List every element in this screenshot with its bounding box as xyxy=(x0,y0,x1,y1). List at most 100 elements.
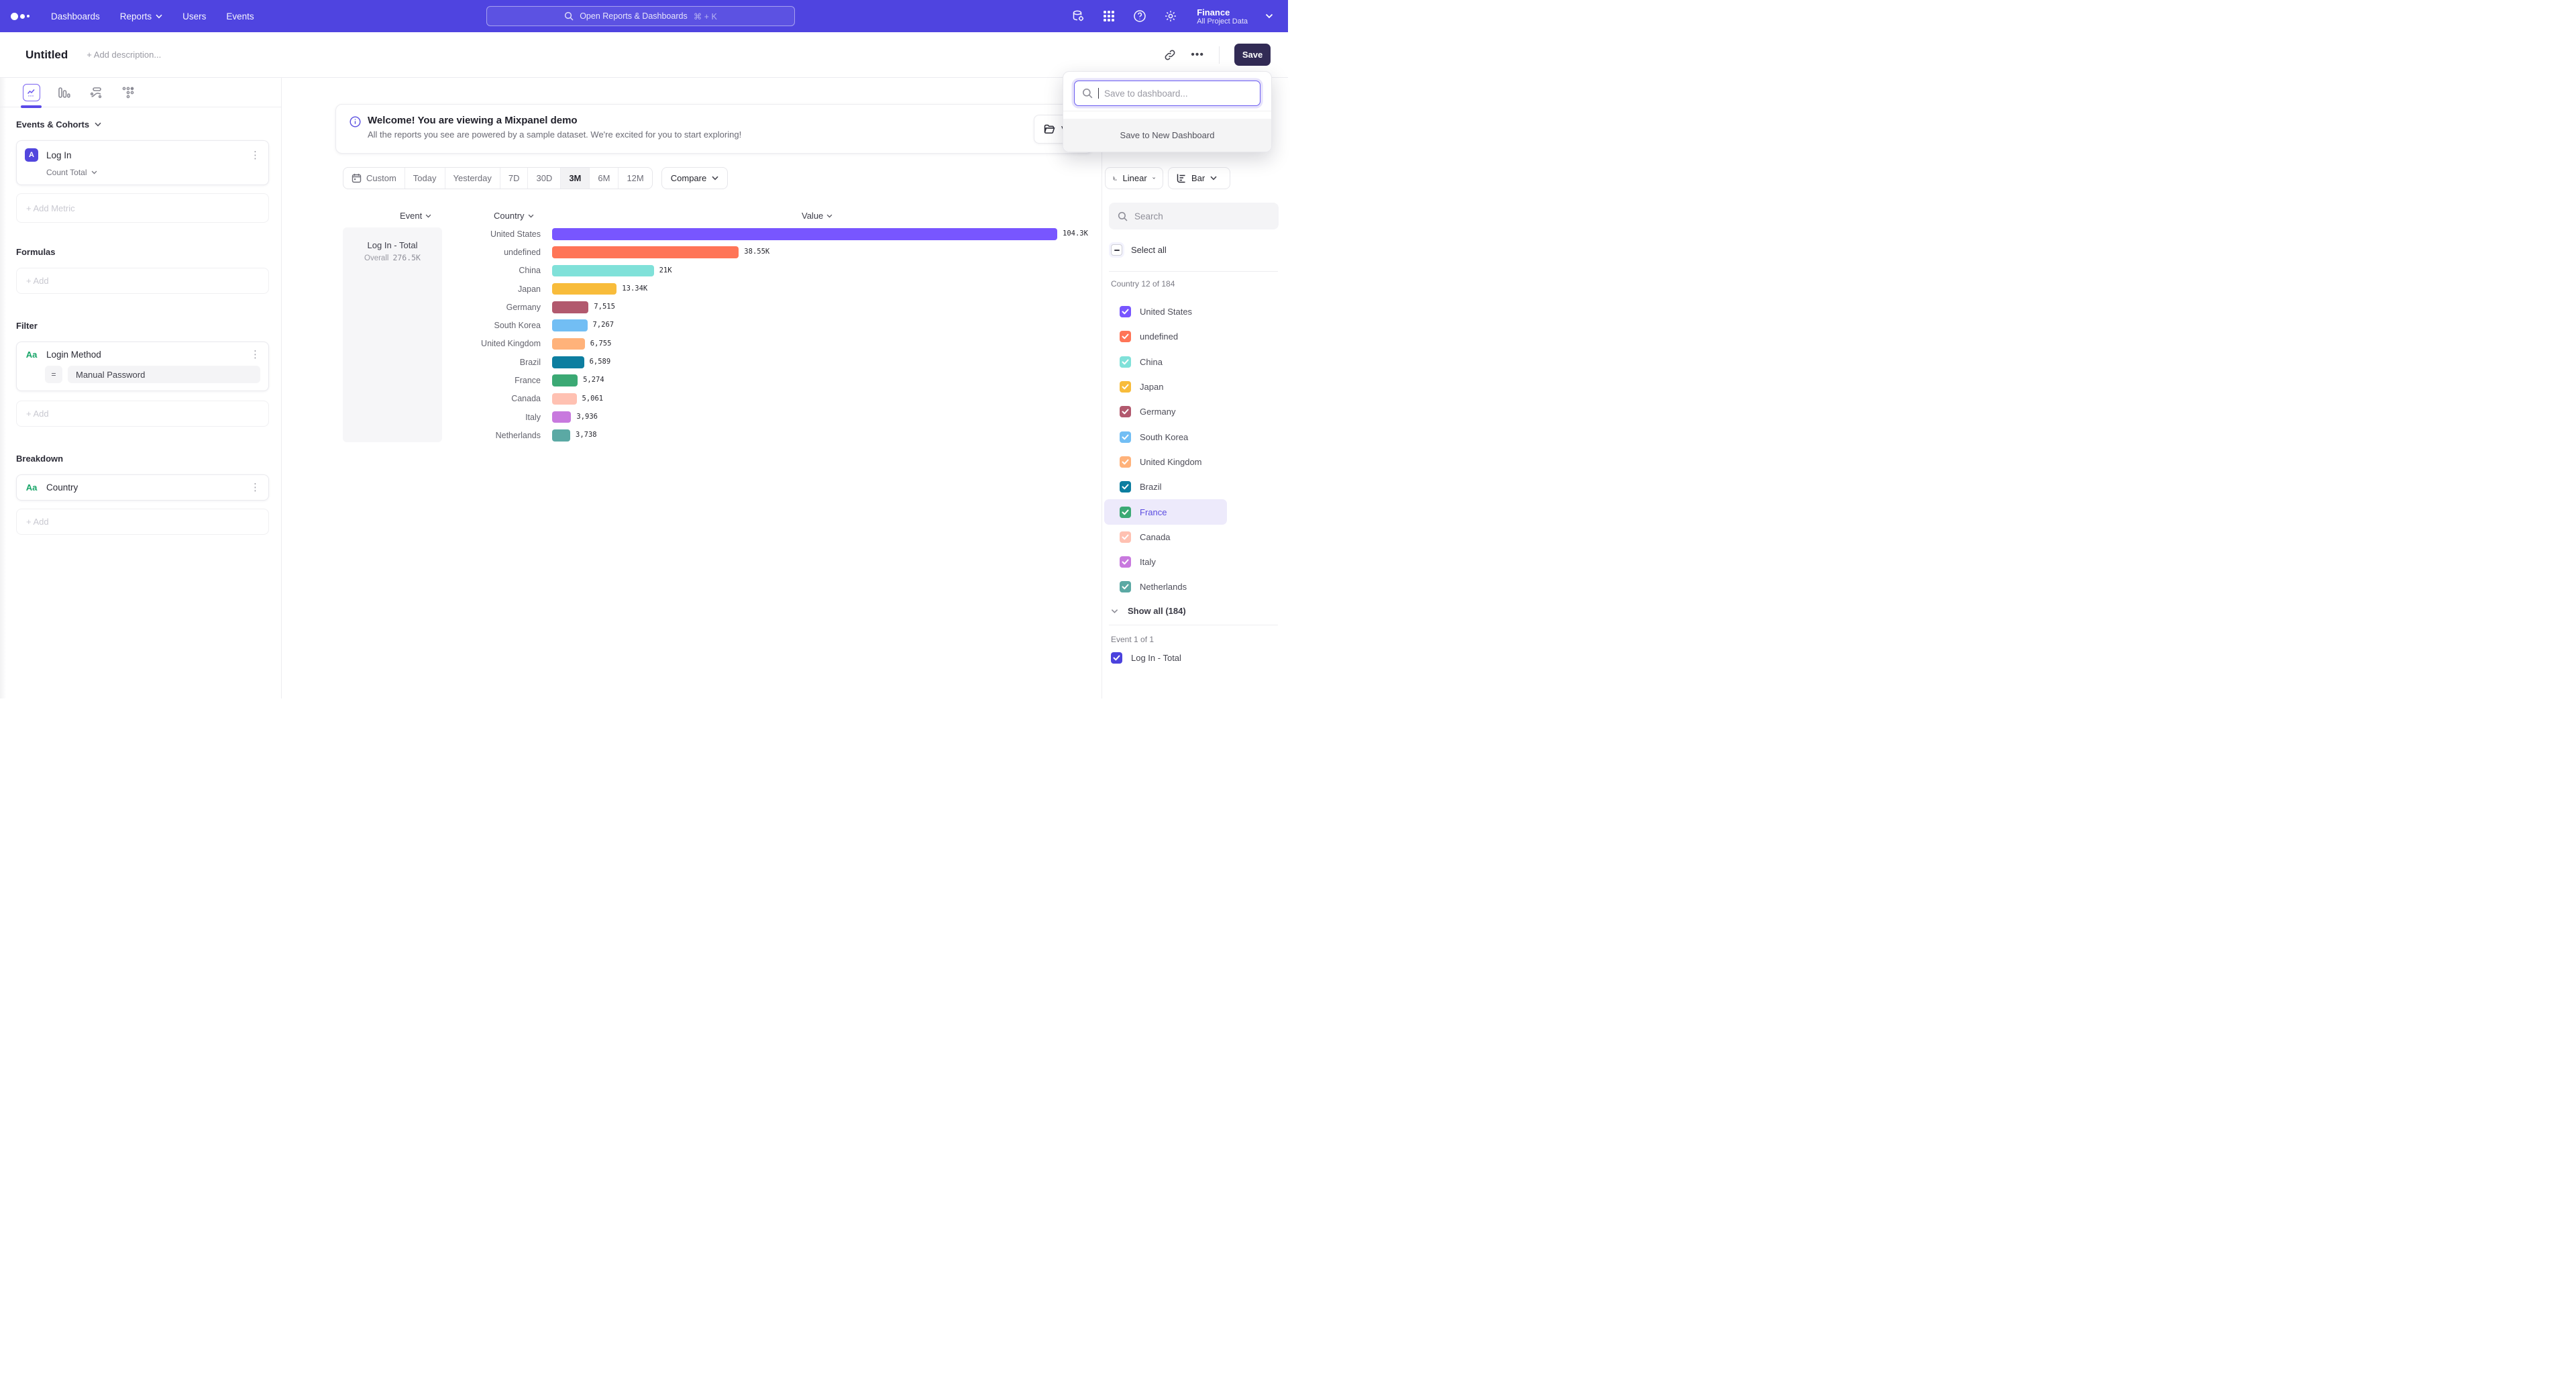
kebab-menu-icon[interactable]: ⋮ xyxy=(250,350,260,360)
help-icon[interactable] xyxy=(1132,9,1147,23)
country-checkbox[interactable] xyxy=(1120,331,1131,342)
kebab-menu-icon[interactable]: ⋮ xyxy=(250,150,260,160)
column-header-country[interactable]: Country xyxy=(494,211,534,221)
bar[interactable] xyxy=(552,283,616,295)
bar[interactable] xyxy=(552,374,578,386)
value-scale-button[interactable]: Linear xyxy=(1105,167,1163,189)
country-checkbox[interactable] xyxy=(1120,456,1131,468)
bar[interactable] xyxy=(552,429,570,442)
country-checkbox[interactable] xyxy=(1120,556,1131,568)
copy-link-icon[interactable] xyxy=(1164,49,1176,61)
bar-row-canada[interactable]: Canada5,061 xyxy=(282,390,1102,408)
breakdown-card[interactable]: Aa Country ⋮ xyxy=(16,474,269,501)
metric-card[interactable]: A Log In ⋮ Count Total xyxy=(16,140,269,185)
range-today[interactable]: Today xyxy=(405,168,445,189)
filter-value[interactable]: Manual Password xyxy=(68,366,260,383)
add-metric-button[interactable]: + Add Metric xyxy=(16,193,269,223)
report-title[interactable]: Untitled xyxy=(25,48,68,62)
country-item-brazil[interactable]: Brazil xyxy=(1104,474,1265,499)
bar[interactable] xyxy=(552,411,571,423)
save-button[interactable]: Save xyxy=(1234,44,1271,66)
country-item-united-states[interactable]: United States xyxy=(1104,299,1265,324)
data-management-icon[interactable] xyxy=(1071,9,1085,23)
bar-row-south-korea[interactable]: South Korea7,267 xyxy=(282,316,1102,334)
add-filter-button[interactable]: + Add xyxy=(16,401,269,427)
tab-retention[interactable] xyxy=(119,84,137,101)
bar-row-united-states[interactable]: United States104.3K xyxy=(282,225,1102,243)
breakdown-property-name[interactable]: Country xyxy=(46,482,78,493)
range-12m[interactable]: 12M xyxy=(619,168,651,189)
nav-item-dashboards[interactable]: Dashboards xyxy=(51,11,100,21)
bar[interactable] xyxy=(552,301,588,313)
nav-item-users[interactable]: Users xyxy=(182,11,206,21)
compare-button[interactable]: Compare xyxy=(661,167,728,189)
select-all-row[interactable]: Select all xyxy=(1111,244,1167,256)
country-item-united-kingdom[interactable]: United Kingdom xyxy=(1104,450,1265,474)
bar-row-germany[interactable]: Germany7,515 xyxy=(282,298,1102,316)
bar[interactable] xyxy=(552,246,739,258)
bar[interactable] xyxy=(552,393,577,405)
kebab-menu-icon[interactable]: ⋮ xyxy=(250,482,260,493)
country-item-china[interactable]: China xyxy=(1104,350,1265,374)
filter-operator[interactable]: = xyxy=(45,366,62,383)
segment-search-input[interactable]: Search xyxy=(1109,203,1279,229)
range-yesterday[interactable]: Yesterday xyxy=(445,168,500,189)
tab-insights[interactable] xyxy=(23,84,40,101)
country-item-canada[interactable]: Canada xyxy=(1104,525,1265,550)
filter-card[interactable]: Aa Login Method ⋮ = Manual Password xyxy=(16,342,269,391)
country-checkbox[interactable] xyxy=(1120,507,1131,518)
add-breakdown-button[interactable]: + Add xyxy=(16,509,269,535)
country-item-south-korea[interactable]: South Korea xyxy=(1104,424,1265,449)
save-to-new-dashboard-button[interactable]: Save to New Dashboard xyxy=(1063,119,1271,152)
bar[interactable] xyxy=(552,356,584,368)
country-item-france[interactable]: France xyxy=(1104,499,1227,524)
bar-row-undefined[interactable]: undefined38.55K xyxy=(282,243,1102,261)
bar[interactable] xyxy=(552,319,588,331)
bar-row-china[interactable]: China21K xyxy=(282,262,1102,280)
bar-row-france[interactable]: France5,274 xyxy=(282,371,1102,389)
bar[interactable] xyxy=(552,338,585,350)
column-header-event[interactable]: Event xyxy=(400,211,431,221)
column-header-value[interactable]: Value xyxy=(802,211,833,221)
save-to-dashboard-input[interactable]: Save to dashboard... xyxy=(1074,81,1260,106)
more-actions-icon[interactable]: ••• xyxy=(1191,49,1204,61)
bar[interactable] xyxy=(552,265,654,277)
event-checkbox-row[interactable]: Log In - Total xyxy=(1111,652,1181,664)
indeterminate-checkbox[interactable] xyxy=(1111,244,1122,256)
country-checkbox[interactable] xyxy=(1120,581,1131,592)
global-search[interactable]: Open Reports & Dashboards ⌘ + K xyxy=(486,6,795,26)
project-switcher[interactable]: Finance All Project Data xyxy=(1197,7,1273,25)
country-item-netherlands[interactable]: Netherlands xyxy=(1104,574,1265,599)
country-item-germany[interactable]: Germany xyxy=(1104,399,1265,424)
bar-row-united-kingdom[interactable]: United Kingdom6,755 xyxy=(282,335,1102,353)
add-formula-button[interactable]: + Add xyxy=(16,268,269,294)
apps-grid-icon[interactable] xyxy=(1102,9,1116,23)
tab-flows[interactable] xyxy=(87,84,105,101)
tab-funnels[interactable] xyxy=(55,84,72,101)
bar-row-netherlands[interactable]: Netherlands3,738 xyxy=(282,426,1102,444)
country-checkbox[interactable] xyxy=(1120,306,1131,317)
bar[interactable] xyxy=(552,228,1057,240)
event-checkbox[interactable] xyxy=(1111,652,1122,664)
filter-property-name[interactable]: Login Method xyxy=(46,350,101,360)
country-checkbox[interactable] xyxy=(1120,356,1131,368)
add-description[interactable]: + Add description... xyxy=(87,50,161,60)
country-checkbox[interactable] xyxy=(1120,406,1131,417)
range-6m[interactable]: 6M xyxy=(590,168,619,189)
bar-row-brazil[interactable]: Brazil6,589 xyxy=(282,353,1102,371)
chart-type-button[interactable]: Bar xyxy=(1168,167,1230,189)
country-checkbox[interactable] xyxy=(1120,481,1131,493)
show-all-toggle[interactable]: Show all (184) xyxy=(1111,606,1186,616)
bar-row-italy[interactable]: Italy3,936 xyxy=(282,408,1102,426)
country-item-undefined[interactable]: undefined xyxy=(1104,324,1265,349)
mixpanel-logo[interactable] xyxy=(11,13,42,20)
events-section-title[interactable]: Events & Cohorts xyxy=(16,119,269,130)
range-custom[interactable]: Custom xyxy=(343,168,405,189)
nav-item-events[interactable]: Events xyxy=(226,11,254,21)
country-checkbox[interactable] xyxy=(1120,531,1131,543)
range-7d[interactable]: 7D xyxy=(500,168,529,189)
range-3m[interactable]: 3M xyxy=(561,168,590,189)
nav-item-reports[interactable]: Reports xyxy=(120,11,162,21)
settings-gear-icon[interactable] xyxy=(1163,9,1178,23)
metric-event-name[interactable]: Log In xyxy=(46,150,72,160)
